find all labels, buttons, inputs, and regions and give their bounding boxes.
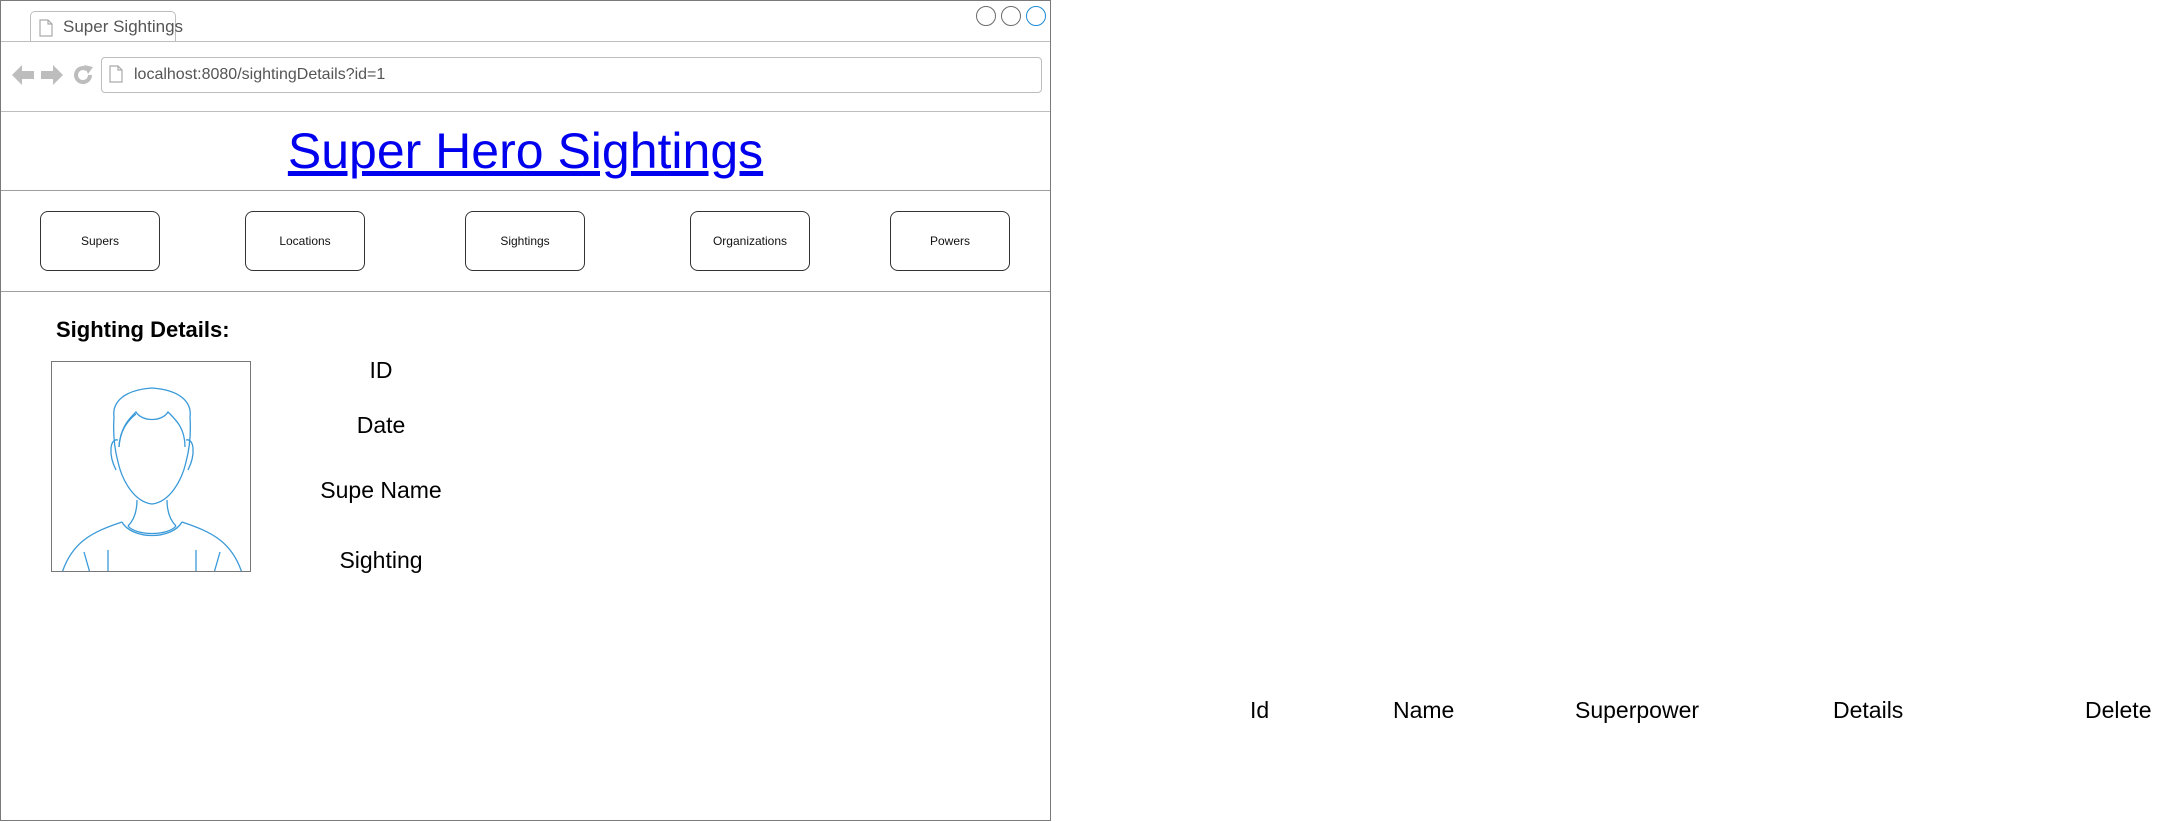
table-header-name: Name [1393, 697, 1455, 723]
field-date-label: Date [356, 412, 406, 438]
document-icon [39, 19, 53, 37]
locations-button[interactable]: Locations [245, 211, 365, 271]
tab-title: Super Sightings [63, 17, 184, 36]
page-header: Super Hero Sightings [1, 112, 1050, 191]
organizations-button[interactable]: Organizations [690, 211, 810, 271]
section-title: Sighting Details: [56, 317, 230, 342]
close-button[interactable] [1026, 6, 1046, 26]
document-icon [109, 65, 123, 83]
minimize-button[interactable] [976, 6, 996, 26]
reload-icon[interactable] [72, 64, 94, 86]
browser-tab[interactable]: Super Sightings [30, 11, 183, 41]
field-sighting-label: Sighting [339, 547, 423, 573]
main-nav: Supers Locations Sightings Organizations… [1, 191, 1050, 292]
table-header-delete: Delete [2085, 697, 2152, 723]
forward-arrow-icon[interactable] [40, 64, 64, 86]
avatar-image [51, 361, 251, 572]
field-id-label: ID [369, 357, 393, 383]
tab-strip: Super Sightings [1, 1, 1050, 42]
address-bar-row: localhost:8080/sightingDetails?id=1 [1, 42, 1050, 112]
back-arrow-icon[interactable] [11, 64, 35, 86]
url-bar[interactable]: localhost:8080/sightingDetails?id=1 [101, 57, 1042, 93]
field-supe-name-label: Supe Name [320, 477, 442, 503]
table-header-id: Id [1250, 697, 1270, 723]
table-header-details: Details [1833, 697, 1904, 723]
user-avatar-icon [62, 387, 242, 571]
maximize-button[interactable] [1001, 6, 1021, 26]
browser-window: Super Sightings localhost:8080/sightingD… [0, 0, 1051, 821]
powers-button[interactable]: Powers [890, 211, 1010, 271]
site-title-link[interactable]: Super Hero Sightings [1, 122, 1050, 180]
url-text: localhost:8080/sightingDetails?id=1 [134, 66, 386, 83]
table-header-superpower: Superpower [1575, 697, 1700, 723]
supers-button[interactable]: Supers [40, 211, 160, 271]
sightings-button[interactable]: Sightings [465, 211, 585, 271]
